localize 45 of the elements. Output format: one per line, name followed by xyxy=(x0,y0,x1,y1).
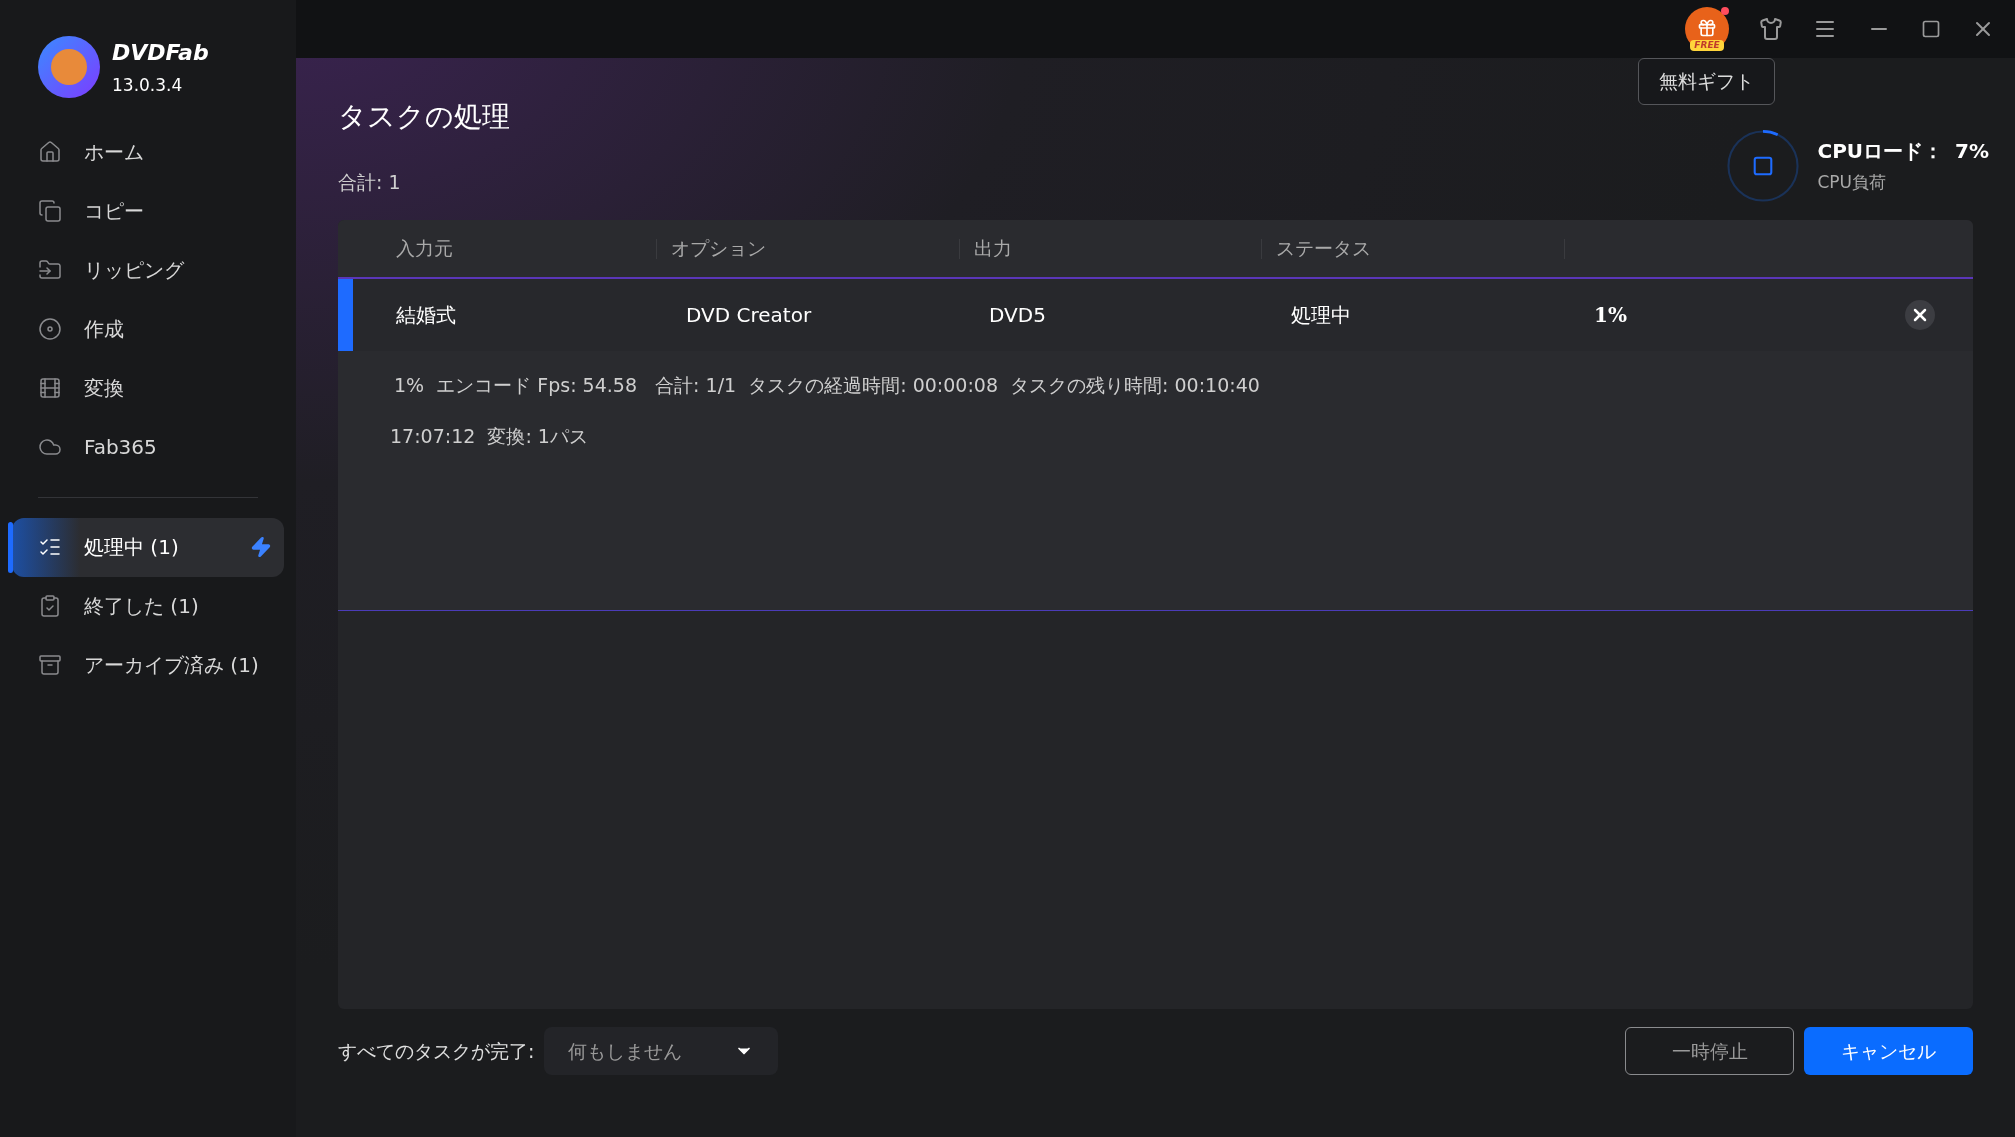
column-header: オプション xyxy=(671,236,766,262)
task-detail-line: 17:07:12 変換: 1パス xyxy=(390,423,589,449)
archive-box-icon xyxy=(38,653,62,677)
completion-dropdown[interactable]: 何もしません xyxy=(544,1027,779,1075)
clipboard-check-icon xyxy=(38,594,62,618)
progress-percent: 1% xyxy=(1593,302,1628,329)
home-icon xyxy=(38,140,62,164)
completion-label: すべてのタスクが完了: xyxy=(338,1038,535,1064)
sidebar-item[interactable]: アーカイブ済み (1) xyxy=(12,635,284,695)
folder-arrow-icon xyxy=(38,258,62,282)
table-cell-text: 処理中 xyxy=(1290,302,1352,329)
sidebar-item[interactable]: リッピング xyxy=(12,240,284,300)
disc-icon xyxy=(38,317,62,341)
cancel-button[interactable]: キャンセル xyxy=(1804,1027,1973,1075)
film-icon xyxy=(38,376,62,400)
app-version: 13.0.3.4 xyxy=(112,74,184,97)
sidebar-item[interactable]: 終了した (1) xyxy=(12,576,284,636)
task-row[interactable]: 結婚式 DVD Creator DVD5 処理中 1% xyxy=(338,279,1973,351)
sidebar-item[interactable]: 変換 xyxy=(12,358,284,418)
skin-icon[interactable] xyxy=(1759,17,1783,41)
remove-task-button[interactable] xyxy=(1905,300,1935,330)
copy-icon xyxy=(38,199,62,223)
table-cell-text: DVD5 xyxy=(988,302,1047,329)
sidebar-item[interactable]: 処理中 (1) xyxy=(12,517,284,577)
page-title: タスクの処理 xyxy=(338,99,510,135)
cpu-load-value: 7% xyxy=(1955,138,1989,166)
gift-icon xyxy=(1697,18,1717,38)
maximize-icon[interactable] xyxy=(1921,19,1941,39)
tooltip: 無料ギフト xyxy=(1638,58,1775,105)
table-cell-text: DVD Creator xyxy=(685,302,813,329)
sidebar-item[interactable]: ホーム xyxy=(12,122,284,182)
column-header: ステータス xyxy=(1276,236,1371,262)
sidebar-item[interactable]: コピー xyxy=(12,181,284,241)
app-name: DVDFab xyxy=(112,39,209,67)
sidebar-item[interactable]: 作成 xyxy=(12,299,284,359)
cpu-load-label: CPUロード： xyxy=(1817,138,1944,166)
sidebar-item[interactable]: Fab365 xyxy=(12,417,284,477)
task-detail-line: 1% エンコード Fps: 54.58 合計: 1/1 タスクの経過時間: 00:00:08 タスクの残り時間: 00:10:40 xyxy=(393,373,1261,398)
cpu-caption: CPU負荷 xyxy=(1817,171,1888,195)
total-count: 合計: 1 xyxy=(338,170,402,195)
column-header: 入力元 xyxy=(396,236,453,262)
column-header: 出力 xyxy=(974,236,1012,262)
free-gift-button[interactable]: FREE xyxy=(1685,7,1729,51)
pause-button[interactable]: 一時停止 xyxy=(1625,1027,1794,1075)
table-cell-text: 結婚式 xyxy=(395,302,457,329)
